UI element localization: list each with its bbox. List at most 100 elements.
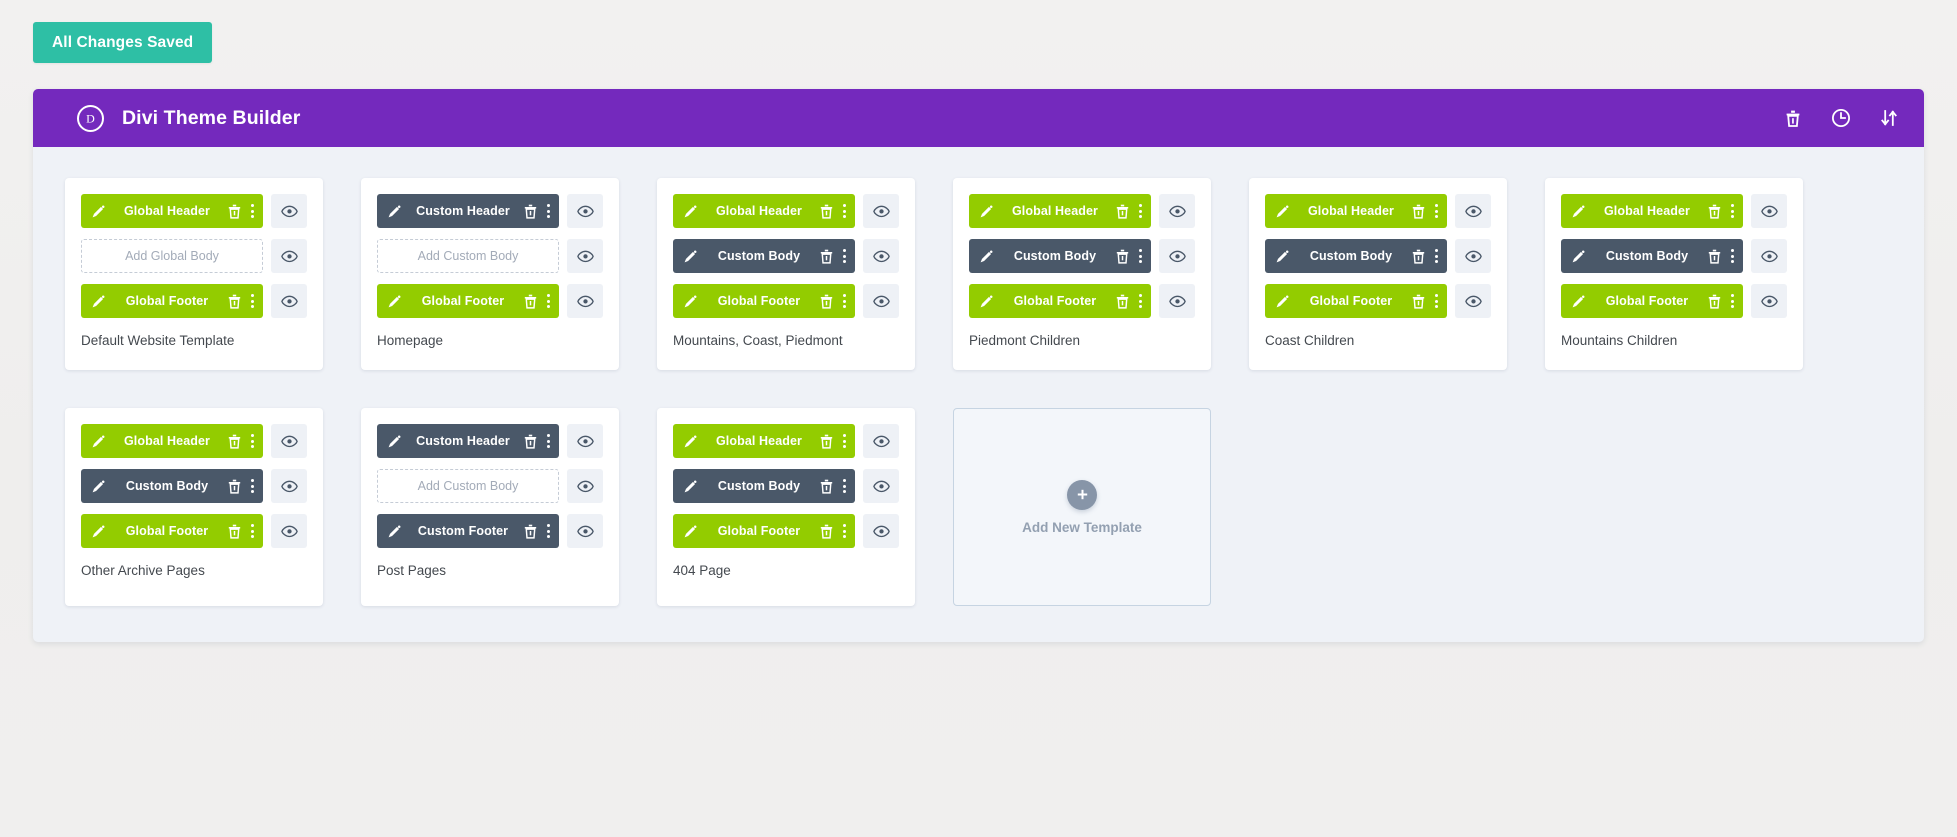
layout-pill[interactable]: Custom Header bbox=[377, 194, 559, 228]
layout-pill[interactable]: Custom Body bbox=[673, 469, 855, 503]
toggle-visibility-button[interactable] bbox=[271, 284, 307, 318]
layout-pill[interactable]: Custom Body bbox=[1561, 239, 1743, 273]
toggle-visibility-button[interactable] bbox=[271, 514, 307, 548]
toggle-visibility-button[interactable] bbox=[1751, 194, 1787, 228]
layout-pill[interactable]: Global Header bbox=[673, 424, 855, 458]
delete-layout-icon[interactable] bbox=[228, 294, 241, 309]
toggle-visibility-button[interactable] bbox=[863, 284, 899, 318]
toggle-visibility-button[interactable] bbox=[271, 469, 307, 503]
toggle-visibility-button[interactable] bbox=[1455, 194, 1491, 228]
delete-layout-icon[interactable] bbox=[524, 524, 537, 539]
toggle-visibility-button[interactable] bbox=[271, 424, 307, 458]
edit-pencil-icon[interactable] bbox=[979, 204, 994, 219]
toggle-visibility-button[interactable] bbox=[567, 284, 603, 318]
toggle-visibility-button[interactable] bbox=[1159, 284, 1195, 318]
edit-pencil-icon[interactable] bbox=[1571, 294, 1586, 309]
edit-pencil-icon[interactable] bbox=[387, 524, 402, 539]
row-options-icon[interactable] bbox=[250, 434, 254, 448]
toggle-visibility-button[interactable] bbox=[567, 194, 603, 228]
row-options-icon[interactable] bbox=[1434, 294, 1438, 308]
row-options-icon[interactable] bbox=[1138, 294, 1142, 308]
layout-pill[interactable]: Custom Body bbox=[81, 469, 263, 503]
trash-icon[interactable] bbox=[1782, 107, 1804, 129]
layout-pill[interactable]: Global Header bbox=[673, 194, 855, 228]
layout-pill[interactable]: Global Footer bbox=[377, 284, 559, 318]
row-options-icon[interactable] bbox=[1138, 204, 1142, 218]
add-layout-button[interactable]: Add Custom Body bbox=[377, 239, 559, 273]
delete-layout-icon[interactable] bbox=[524, 294, 537, 309]
delete-layout-icon[interactable] bbox=[820, 479, 833, 494]
edit-pencil-icon[interactable] bbox=[683, 434, 698, 449]
row-options-icon[interactable] bbox=[1138, 249, 1142, 263]
row-options-icon[interactable] bbox=[1730, 249, 1734, 263]
delete-layout-icon[interactable] bbox=[228, 524, 241, 539]
toggle-visibility-button[interactable] bbox=[567, 424, 603, 458]
layout-pill[interactable]: Global Footer bbox=[673, 284, 855, 318]
row-options-icon[interactable] bbox=[1730, 204, 1734, 218]
layout-pill[interactable]: Global Footer bbox=[81, 284, 263, 318]
layout-pill[interactable]: Custom Header bbox=[377, 424, 559, 458]
toggle-visibility-button[interactable] bbox=[1159, 194, 1195, 228]
layout-pill[interactable]: Global Footer bbox=[673, 514, 855, 548]
delete-layout-icon[interactable] bbox=[820, 249, 833, 264]
delete-layout-icon[interactable] bbox=[1116, 249, 1129, 264]
edit-pencil-icon[interactable] bbox=[683, 479, 698, 494]
row-options-icon[interactable] bbox=[842, 294, 846, 308]
edit-pencil-icon[interactable] bbox=[979, 249, 994, 264]
delete-layout-icon[interactable] bbox=[1116, 294, 1129, 309]
edit-pencil-icon[interactable] bbox=[1571, 204, 1586, 219]
delete-layout-icon[interactable] bbox=[1412, 204, 1425, 219]
add-layout-button[interactable]: Add Global Body bbox=[81, 239, 263, 273]
toggle-visibility-button[interactable] bbox=[863, 424, 899, 458]
layout-pill[interactable]: Custom Footer bbox=[377, 514, 559, 548]
row-options-icon[interactable] bbox=[250, 524, 254, 538]
layout-pill[interactable]: Custom Body bbox=[673, 239, 855, 273]
toggle-visibility-button[interactable] bbox=[1159, 239, 1195, 273]
delete-layout-icon[interactable] bbox=[524, 434, 537, 449]
edit-pencil-icon[interactable] bbox=[91, 479, 106, 494]
delete-layout-icon[interactable] bbox=[228, 479, 241, 494]
layout-pill[interactable]: Global Header bbox=[969, 194, 1151, 228]
edit-pencil-icon[interactable] bbox=[91, 434, 106, 449]
toggle-visibility-button[interactable] bbox=[1751, 239, 1787, 273]
plus-icon[interactable] bbox=[1067, 479, 1097, 510]
edit-pencil-icon[interactable] bbox=[387, 204, 402, 219]
layout-pill[interactable]: Global Footer bbox=[969, 284, 1151, 318]
toggle-visibility-button[interactable] bbox=[863, 469, 899, 503]
delete-layout-icon[interactable] bbox=[228, 204, 241, 219]
delete-layout-icon[interactable] bbox=[1708, 294, 1721, 309]
layout-pill[interactable]: Global Header bbox=[1561, 194, 1743, 228]
delete-layout-icon[interactable] bbox=[1412, 294, 1425, 309]
toggle-visibility-button[interactable] bbox=[1455, 239, 1491, 273]
delete-layout-icon[interactable] bbox=[524, 204, 537, 219]
row-options-icon[interactable] bbox=[546, 294, 550, 308]
edit-pencil-icon[interactable] bbox=[91, 204, 106, 219]
edit-pencil-icon[interactable] bbox=[1571, 249, 1586, 264]
layout-pill[interactable]: Global Header bbox=[1265, 194, 1447, 228]
delete-layout-icon[interactable] bbox=[820, 434, 833, 449]
row-options-icon[interactable] bbox=[842, 479, 846, 493]
delete-layout-icon[interactable] bbox=[1412, 249, 1425, 264]
toggle-visibility-button[interactable] bbox=[863, 514, 899, 548]
row-options-icon[interactable] bbox=[1730, 294, 1734, 308]
edit-pencil-icon[interactable] bbox=[91, 524, 106, 539]
row-options-icon[interactable] bbox=[250, 294, 254, 308]
toggle-visibility-button[interactable] bbox=[567, 469, 603, 503]
row-options-icon[interactable] bbox=[546, 524, 550, 538]
layout-pill[interactable]: Global Footer bbox=[81, 514, 263, 548]
edit-pencil-icon[interactable] bbox=[979, 294, 994, 309]
layout-pill[interactable]: Global Header bbox=[81, 424, 263, 458]
delete-layout-icon[interactable] bbox=[820, 294, 833, 309]
toggle-visibility-button[interactable] bbox=[863, 194, 899, 228]
row-options-icon[interactable] bbox=[546, 204, 550, 218]
edit-pencil-icon[interactable] bbox=[1275, 204, 1290, 219]
edit-pencil-icon[interactable] bbox=[387, 294, 402, 309]
edit-pencil-icon[interactable] bbox=[683, 204, 698, 219]
layout-pill[interactable]: Custom Body bbox=[969, 239, 1151, 273]
row-options-icon[interactable] bbox=[842, 434, 846, 448]
row-options-icon[interactable] bbox=[546, 434, 550, 448]
row-options-icon[interactable] bbox=[250, 204, 254, 218]
delete-layout-icon[interactable] bbox=[820, 524, 833, 539]
edit-pencil-icon[interactable] bbox=[1275, 249, 1290, 264]
layout-pill[interactable]: Custom Body bbox=[1265, 239, 1447, 273]
